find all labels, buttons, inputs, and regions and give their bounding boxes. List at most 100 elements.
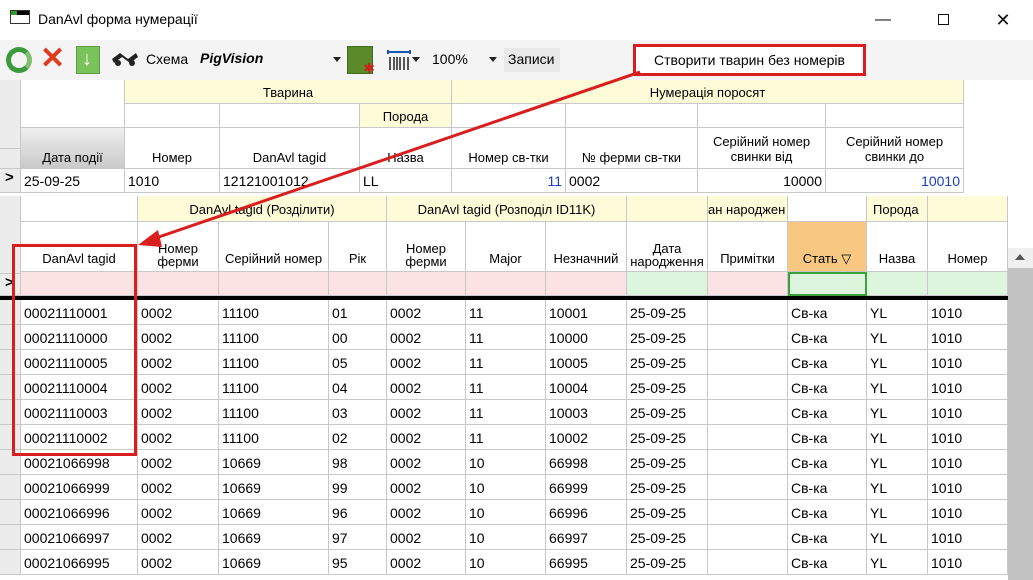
scheme-icon[interactable] bbox=[110, 49, 140, 69]
grid-cell[interactable]: 0002 bbox=[138, 475, 219, 500]
grid-cell[interactable] bbox=[708, 525, 788, 550]
grid-cell[interactable]: 0002 bbox=[387, 325, 466, 350]
col-sex[interactable]: Стать ▽ bbox=[788, 222, 867, 272]
grid-cell[interactable]: Св-ка bbox=[788, 525, 867, 550]
grid-cell[interactable]: Св-ка bbox=[788, 475, 867, 500]
cell-tagid[interactable]: 12121001012 bbox=[220, 169, 360, 193]
grid-cell[interactable]: 25-09-25 bbox=[627, 475, 708, 500]
grid-cell[interactable]: 00021066997 bbox=[21, 525, 138, 550]
grid-cell[interactable]: 0002 bbox=[387, 350, 466, 375]
grid-cell[interactable]: 04 bbox=[329, 375, 387, 400]
grid-cell[interactable]: 10669 bbox=[219, 550, 329, 575]
grid-cell[interactable]: 00021066999 bbox=[21, 475, 138, 500]
grid-cell[interactable]: 66999 bbox=[546, 475, 627, 500]
grid-cell[interactable]: 10 bbox=[466, 450, 546, 475]
grid-cell[interactable]: 10 bbox=[466, 550, 546, 575]
grid-cell[interactable]: 25-09-25 bbox=[627, 400, 708, 425]
filter-cell[interactable] bbox=[708, 272, 788, 296]
cell-sow-number[interactable]: 11 bbox=[452, 169, 566, 193]
grid-cell[interactable]: Св-ка bbox=[788, 325, 867, 350]
grid-cell[interactable] bbox=[708, 325, 788, 350]
grid-cell[interactable]: 0002 bbox=[138, 500, 219, 525]
cell-name[interactable]: LL bbox=[360, 169, 452, 193]
grid-cell[interactable]: 0002 bbox=[387, 425, 466, 450]
grid-cell[interactable]: YL bbox=[867, 425, 928, 450]
grid-cell[interactable] bbox=[708, 500, 788, 525]
grid-cell[interactable]: 10669 bbox=[219, 475, 329, 500]
grid-cell[interactable]: 11100 bbox=[219, 300, 329, 325]
grid-cell[interactable]: 11 bbox=[466, 300, 546, 325]
grid-cell[interactable]: 25-09-25 bbox=[627, 450, 708, 475]
grid-cell[interactable]: 10004 bbox=[546, 375, 627, 400]
close-button[interactable]: ✕ bbox=[988, 8, 1018, 32]
col-major[interactable]: Major bbox=[466, 222, 546, 272]
records-button[interactable]: Записи bbox=[504, 48, 560, 72]
grid-cell[interactable]: 11 bbox=[466, 325, 546, 350]
grid-cell[interactable] bbox=[708, 550, 788, 575]
grid-cell[interactable]: 0002 bbox=[138, 350, 219, 375]
grid-cell[interactable]: 66997 bbox=[546, 525, 627, 550]
grid-cell[interactable]: 0002 bbox=[138, 325, 219, 350]
grid-cell[interactable]: 10003 bbox=[546, 400, 627, 425]
cell-event-date[interactable]: 25-09-25 bbox=[21, 169, 125, 193]
grid-cell[interactable]: Св-ка bbox=[788, 425, 867, 450]
grid-cell[interactable]: 1010 bbox=[928, 350, 1008, 375]
grid-cell[interactable]: Св-ка bbox=[788, 550, 867, 575]
grid-cell[interactable]: 11100 bbox=[219, 400, 329, 425]
grid-cell[interactable]: Св-ка bbox=[788, 500, 867, 525]
filter-cell[interactable] bbox=[219, 272, 329, 296]
filter-cell[interactable] bbox=[867, 272, 928, 296]
col-minor[interactable]: Незначний bbox=[546, 222, 627, 272]
grid-cell[interactable]: 1010 bbox=[928, 325, 1008, 350]
col-farm-number[interactable]: Номер ферми bbox=[138, 222, 219, 272]
grid-cell[interactable]: 25-09-25 bbox=[627, 525, 708, 550]
grid-cell[interactable]: 66998 bbox=[546, 450, 627, 475]
cell-number[interactable]: 1010 bbox=[125, 169, 220, 193]
refresh-icon[interactable] bbox=[6, 47, 32, 73]
grid-cell[interactable]: 0002 bbox=[387, 525, 466, 550]
grid-cell[interactable]: YL bbox=[867, 500, 928, 525]
col-tagid[interactable]: DanAvl tagid bbox=[220, 128, 360, 169]
col-notes[interactable]: Примітки bbox=[708, 222, 788, 272]
barcode-dropdown-icon[interactable] bbox=[412, 57, 420, 62]
grid-cell[interactable]: YL bbox=[867, 475, 928, 500]
grid-cell[interactable]: Св-ка bbox=[788, 375, 867, 400]
col-sow-number[interactable]: Номер св-тки bbox=[452, 128, 566, 169]
grid-cell[interactable]: 05 bbox=[329, 350, 387, 375]
grid-cell[interactable]: 25-09-25 bbox=[627, 500, 708, 525]
grid-cell[interactable]: 97 bbox=[329, 525, 387, 550]
grid-cell[interactable]: Св-ка bbox=[788, 400, 867, 425]
grid-cell[interactable]: 0002 bbox=[138, 550, 219, 575]
grid-cell[interactable]: YL bbox=[867, 375, 928, 400]
grid-cell[interactable]: 11 bbox=[466, 400, 546, 425]
grid-cell[interactable] bbox=[708, 350, 788, 375]
grid-cell[interactable] bbox=[708, 475, 788, 500]
calculator-icon[interactable] bbox=[347, 46, 375, 77]
grid-cell[interactable]: 0002 bbox=[387, 550, 466, 575]
grid-cell[interactable] bbox=[708, 375, 788, 400]
filter-cell[interactable] bbox=[788, 272, 867, 296]
minimize-button[interactable]: — bbox=[868, 8, 898, 32]
grid-cell[interactable] bbox=[708, 425, 788, 450]
grid-cell[interactable]: 25-09-25 bbox=[627, 375, 708, 400]
grid-cell[interactable]: YL bbox=[867, 450, 928, 475]
grid-cell[interactable]: 10 bbox=[466, 475, 546, 500]
col-serial-number[interactable]: Серійний номер bbox=[219, 222, 329, 272]
grid-cell[interactable]: 1010 bbox=[928, 500, 1008, 525]
grid-cell[interactable]: 00021066996 bbox=[21, 500, 138, 525]
grid-cell[interactable]: 25-09-25 bbox=[627, 550, 708, 575]
grid-cell[interactable]: YL bbox=[867, 350, 928, 375]
grid-cell[interactable]: 10002 bbox=[546, 425, 627, 450]
grid-cell[interactable]: 25-09-25 bbox=[627, 300, 708, 325]
grid-cell[interactable]: 0002 bbox=[387, 375, 466, 400]
scrollbar-thumb[interactable] bbox=[1008, 268, 1033, 580]
grid-cell[interactable]: 1010 bbox=[928, 550, 1008, 575]
grid-cell[interactable]: 10005 bbox=[546, 350, 627, 375]
grid-cell[interactable]: 11 bbox=[466, 425, 546, 450]
grid-cell[interactable]: Св-ка bbox=[788, 450, 867, 475]
grid-cell[interactable]: 00021066995 bbox=[21, 550, 138, 575]
grid-cell[interactable]: 10669 bbox=[219, 500, 329, 525]
grid-cell[interactable]: 11 bbox=[466, 350, 546, 375]
grid-cell[interactable] bbox=[708, 400, 788, 425]
scroll-up-icon[interactable] bbox=[1015, 254, 1025, 260]
